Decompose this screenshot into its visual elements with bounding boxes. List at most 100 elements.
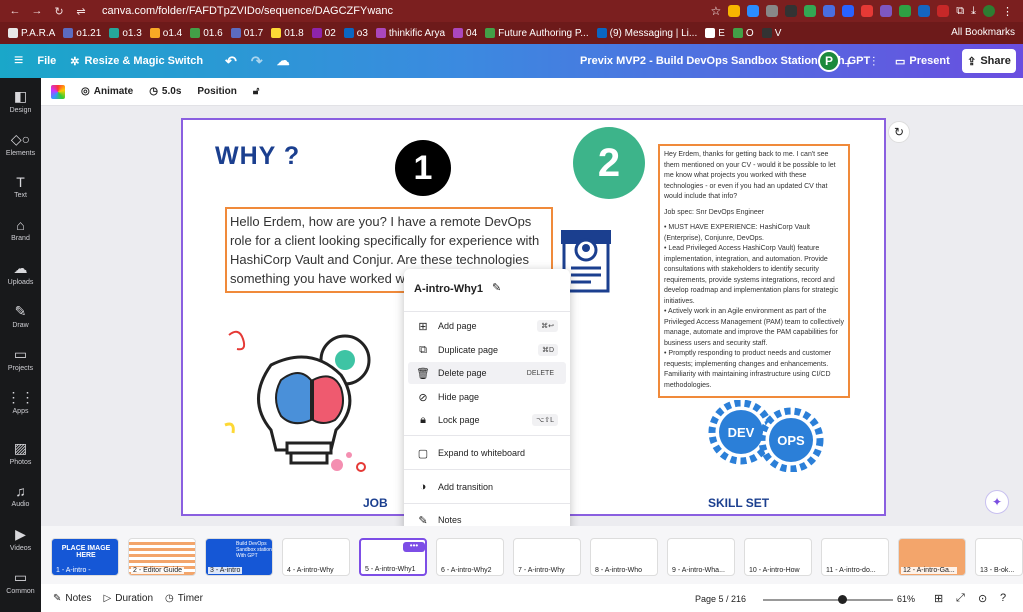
edit-pencil-icon[interactable]: ✎ — [492, 281, 501, 294]
extension-icon[interactable] — [861, 5, 874, 17]
page-thumbnail[interactable]: 7 - A-intro-Why — [513, 538, 581, 576]
lock-page-menu-item[interactable]: 🔒︎ Lock page ⌥⇧L — [408, 409, 566, 431]
fullscreen-icon[interactable]: ⤢ — [956, 592, 965, 605]
bookmark-item[interactable]: Future Authoring P... — [485, 28, 589, 39]
site-info-icon[interactable]: ⇌ — [74, 5, 88, 18]
bookmark-item[interactable]: O — [732, 28, 754, 39]
zoom-slider-handle[interactable] — [838, 595, 848, 604]
share-button[interactable]: ⇪ Share — [962, 49, 1016, 73]
extension-icon[interactable] — [937, 5, 950, 17]
page-thumbnail[interactable]: 6 - A-intro-Why2 — [436, 538, 504, 576]
delete-page-menu-item[interactable]: 🗑︎ Delete page DELETE — [408, 362, 566, 384]
profile-avatar-icon[interactable] — [983, 5, 995, 17]
extension-icon[interactable] — [747, 5, 760, 17]
page-thumbnail[interactable]: Build DevOps Sandbox station With GPT 3 … — [205, 538, 273, 576]
sidebar-item-audio[interactable]: ♫ Audio — [0, 483, 41, 508]
expand-to-whiteboard-menu-item[interactable]: ▢ Expand to whiteboard — [408, 442, 566, 464]
page-title[interactable]: A-intro-Why1 — [414, 283, 483, 295]
forward-icon[interactable]: → — [30, 5, 44, 17]
page-thumbnail[interactable]: 13 - B-ok... — [975, 538, 1023, 576]
hide-page-menu-item[interactable]: ⊘ Hide page — [408, 386, 566, 408]
address-text[interactable]: canva.com/folder/FAFDTpZVIDo/sequence/DA… — [102, 5, 393, 17]
extension-icon[interactable] — [899, 5, 912, 17]
sidebar-item-photos[interactable]: ▨ Photos — [0, 440, 41, 466]
bookmark-item[interactable]: o1.3 — [109, 28, 142, 39]
file-menu[interactable]: File — [37, 55, 56, 67]
extension-icon[interactable] — [880, 5, 893, 17]
undo-icon[interactable]: ↶ — [225, 53, 237, 70]
redo-icon[interactable]: ↷ — [251, 53, 263, 70]
bookmark-item[interactable]: 01.8 — [271, 28, 304, 39]
page-thumbnail[interactable]: PLACE IMAGE HERE 1 - A-intro - — [51, 538, 119, 576]
sidebar-item-uploads[interactable]: ☁ Uploads — [0, 260, 41, 286]
page-thumbnail[interactable]: 8 - A-intro-Who — [590, 538, 658, 576]
avatar[interactable]: P — [818, 50, 840, 72]
bookmark-item[interactable]: 01.6 — [190, 28, 223, 39]
step-number-2[interactable]: 2 — [573, 127, 645, 199]
page-thumbnail[interactable]: 12 - A-intro-Ga... — [898, 538, 966, 576]
duration-button[interactable]: ▷ Duration — [104, 593, 154, 604]
notes-button[interactable]: ✎ Notes — [53, 593, 92, 604]
background-color-swatch[interactable] — [51, 84, 65, 99]
bookmark-item[interactable]: 04 — [453, 28, 477, 39]
back-icon[interactable]: ← — [8, 5, 22, 17]
bookmark-item[interactable]: o1.4 — [149, 28, 182, 39]
reload-icon[interactable]: ↻ — [52, 5, 66, 18]
sidebar-item-text[interactable]: T Text — [0, 174, 41, 199]
bookmark-item[interactable]: E — [705, 28, 725, 39]
devops-gears-illustration[interactable]: DEV OPS — [703, 400, 843, 472]
sidebar-item-draw[interactable]: ✎ Draw — [0, 303, 41, 329]
sidebar-item-projects[interactable]: ▭ Projects — [0, 346, 41, 372]
animate-button[interactable]: ◎ Animate — [81, 86, 133, 97]
refresh-icon[interactable]: ↻ — [888, 121, 910, 143]
extension-icon[interactable] — [766, 5, 779, 17]
extension-icon[interactable] — [842, 5, 855, 17]
extension-icon[interactable] — [785, 5, 798, 17]
sidebar-item-common[interactable]: ▭ Common — [0, 569, 41, 595]
all-bookmarks[interactable]: All Bookmarks — [951, 27, 1015, 38]
duplicate-page-menu-item[interactable]: ⧉ Duplicate page ⌘D — [408, 339, 566, 361]
cloud-save-icon[interactable]: ☁ — [277, 53, 290, 69]
zoom-slider[interactable] — [763, 595, 893, 604]
add-transition-menu-item[interactable]: ◑ Add transition — [408, 476, 566, 498]
bookmark-item[interactable]: V — [761, 28, 781, 39]
bookmark-item[interactable]: (9) Messaging | Li... — [596, 28, 697, 39]
sidebar-item-apps[interactable]: ⋮⋮ Apps — [0, 389, 41, 415]
position-button[interactable]: Position — [197, 86, 236, 97]
page-thumbnail[interactable]: 9 - A-intro-Wha... — [667, 538, 735, 576]
brain-lightbulb-illustration[interactable] — [221, 325, 381, 480]
help-icon[interactable]: ? — [1000, 592, 1006, 604]
lock-icon[interactable]: 🔓︎ — [253, 86, 259, 97]
page-thumbnail-selected[interactable]: ••• 5 - A-intro-Why1 — [359, 538, 427, 576]
download-icon[interactable]: ⤓ — [971, 5, 976, 18]
timer-button[interactable]: ◷ Timer — [165, 593, 203, 604]
analytics-icon[interactable]: ⫶ — [872, 54, 875, 70]
sidebar-item-videos[interactable]: ▶ Videos — [0, 526, 41, 552]
job-label[interactable]: JOB — [363, 496, 388, 510]
duration-button[interactable]: ◷ 5.0s — [149, 86, 181, 97]
resize-magic-switch-button[interactable]: ✲ Resize & Magic Switch — [70, 55, 203, 68]
bookmark-item[interactable]: 02 — [311, 28, 336, 39]
sidebar-item-brand[interactable]: ⌂ Brand — [0, 217, 41, 242]
sidebar-item-elements[interactable]: ◇○ Elements — [0, 131, 41, 157]
extension-icon[interactable] — [728, 5, 741, 17]
add-collaborator-icon[interactable]: + — [844, 55, 852, 71]
extension-icon[interactable] — [918, 5, 931, 17]
bookmark-item[interactable]: thinkific Arya — [375, 28, 445, 39]
page-thumbnail[interactable]: 2 - Editor Guide — [128, 538, 196, 576]
more-options-icon[interactable]: ••• — [403, 542, 425, 552]
grid-view-icon[interactable]: ⊞ — [934, 592, 943, 605]
bookmark-item[interactable]: P.A.R.A — [8, 28, 55, 39]
menu-icon[interactable]: ≡ — [14, 52, 23, 70]
bookmark-item[interactable]: o3 — [343, 28, 368, 39]
extensions-puzzle-icon[interactable]: ⧉ — [956, 5, 964, 18]
present-button[interactable]: ▭ Present — [895, 51, 950, 71]
page-thumbnail[interactable]: 4 - A-intro-Why — [282, 538, 350, 576]
page-counter[interactable]: Page 5 / 216 — [695, 594, 746, 604]
check-icon[interactable]: ⊙ — [978, 592, 987, 605]
zoom-level[interactable]: 61% — [897, 594, 915, 604]
sidebar-item-design[interactable]: ◧ Design — [0, 88, 41, 114]
bookmark-star-icon[interactable]: ☆ — [711, 4, 722, 18]
page-thumbnail[interactable]: 10 - A-intro-How — [744, 538, 812, 576]
extension-icon[interactable] — [804, 5, 817, 17]
